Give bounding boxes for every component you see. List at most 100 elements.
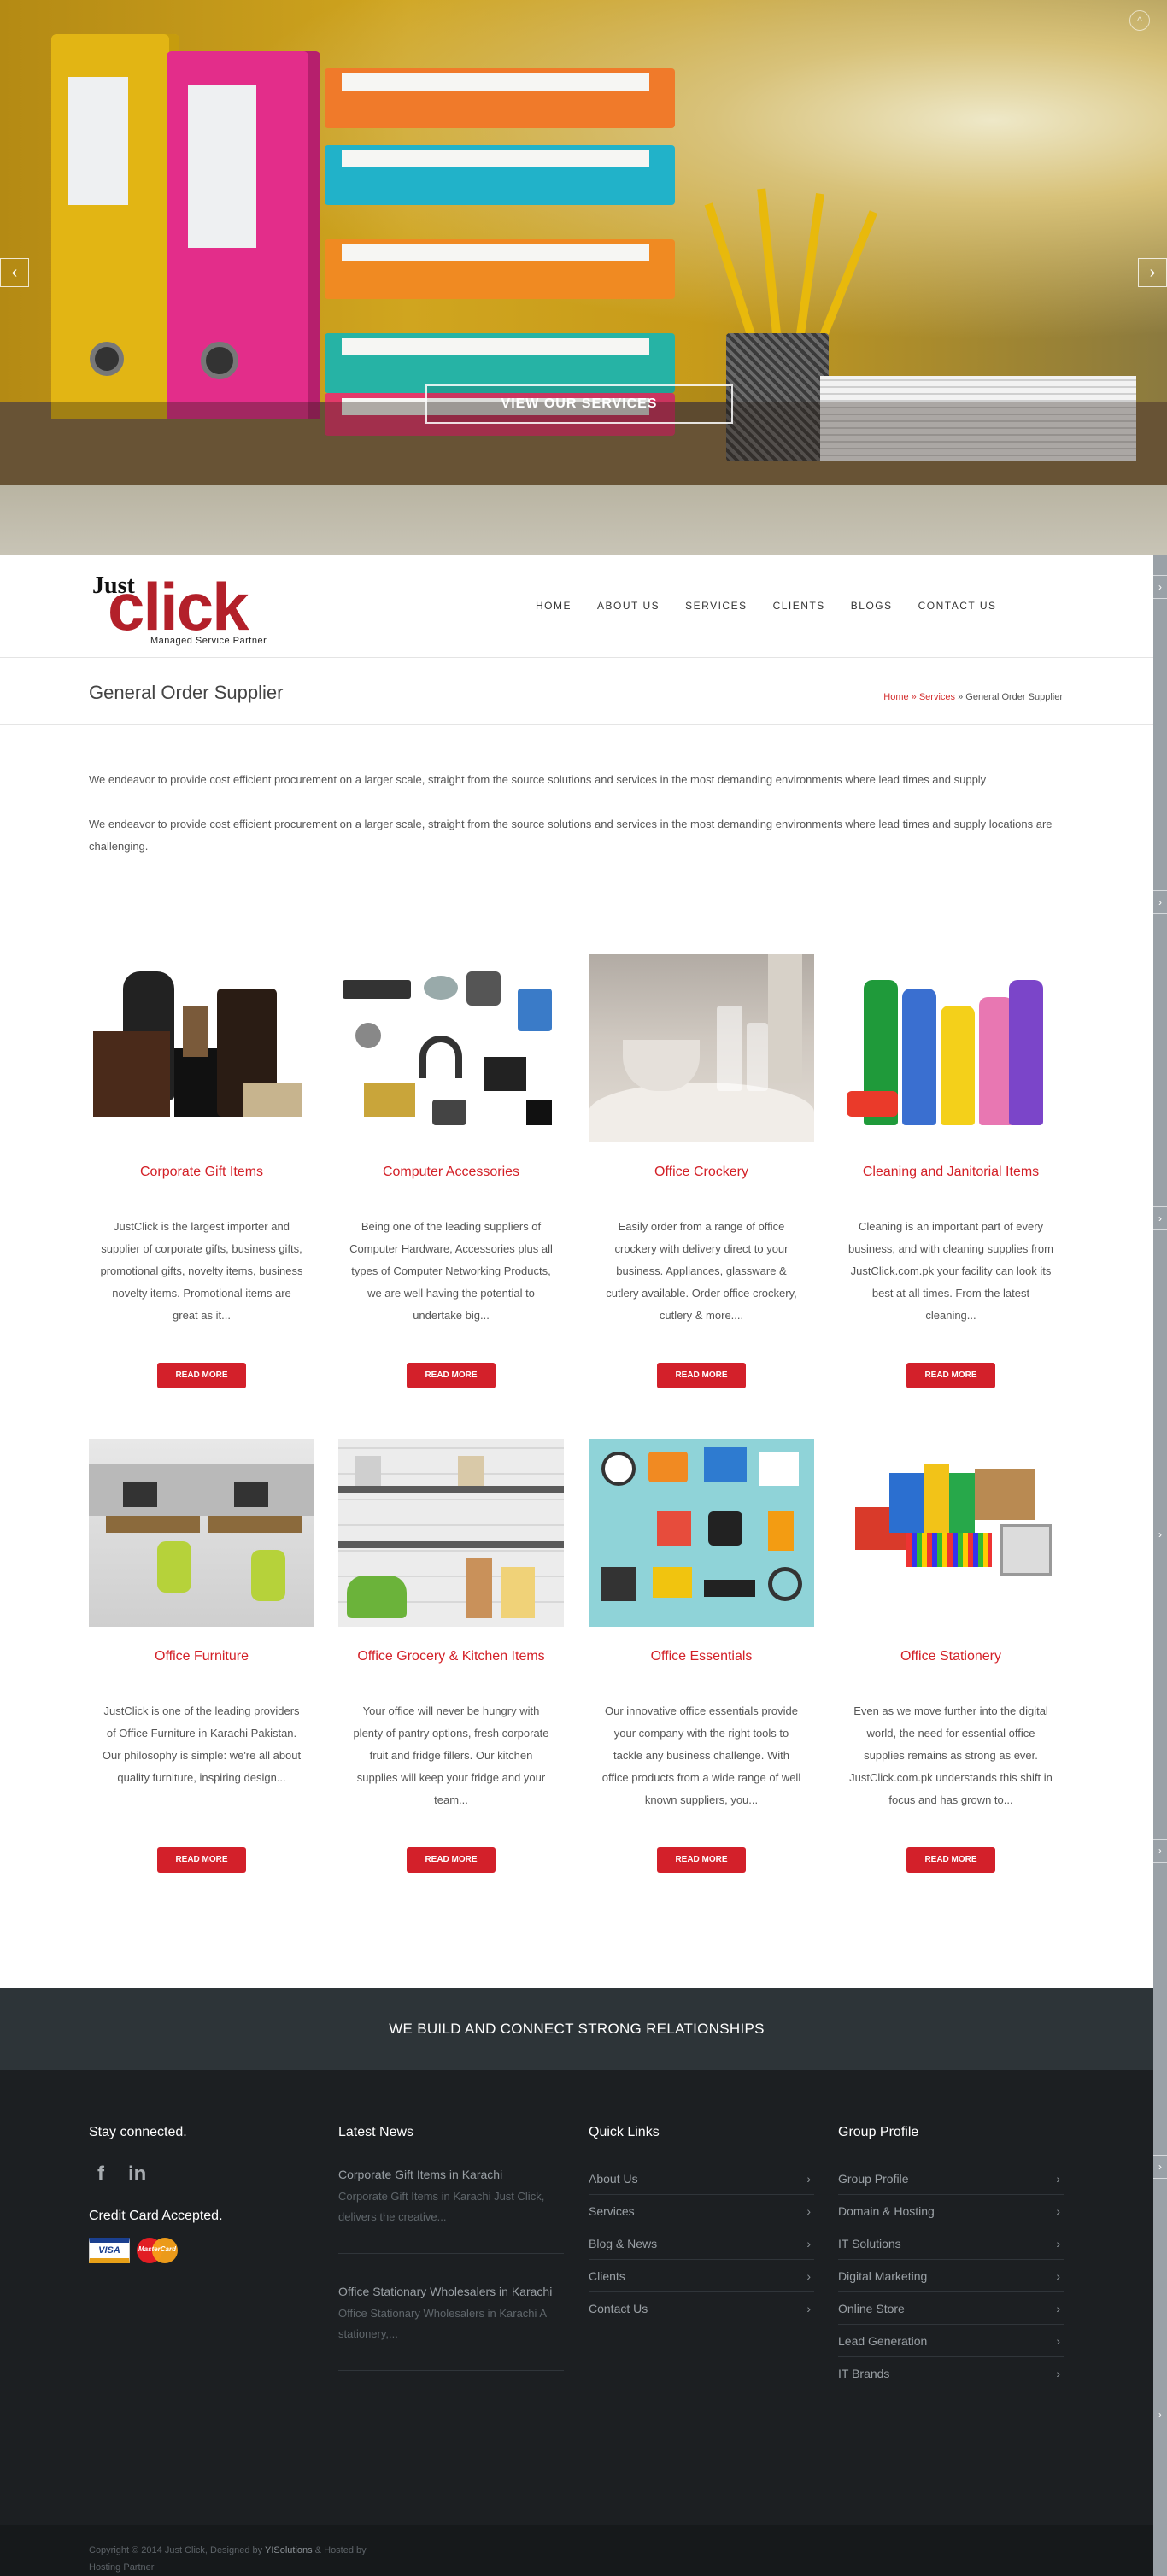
- product-description: Easily order from a range of office croc…: [606, 1220, 797, 1322]
- footer-heading: Latest News: [338, 2125, 414, 2139]
- read-more-button[interactable]: READ MORE: [906, 1363, 995, 1388]
- product-image[interactable]: [589, 1439, 814, 1627]
- social-links: f in: [97, 2162, 314, 2186]
- product-card-office-crockery: Office Crockery Easily order from a rang…: [589, 954, 814, 1388]
- chevron-right-icon: ›: [1056, 2268, 1060, 2283]
- chevron-right-icon: ›: [1056, 2367, 1060, 2380]
- breadcrumb-home[interactable]: Home: [883, 692, 908, 702]
- copyright-bar: Copyright © 2014 Just Click, Designed by…: [0, 2525, 1153, 2576]
- breadcrumb: Home » Services » General Order Supplier: [883, 692, 1063, 702]
- footer-heading: Group Profile: [838, 2125, 919, 2139]
- read-more-button[interactable]: READ MORE: [657, 1363, 746, 1388]
- link-label: Group Profile: [838, 2171, 909, 2186]
- relationships-banner: WE BUILD AND CONNECT STRONG RELATIONSHIP…: [0, 1988, 1153, 2070]
- chevron-right-icon: ›: [806, 2236, 811, 2250]
- product-title[interactable]: Computer Accessories: [338, 1165, 564, 1180]
- copyright-mid: & Hosted by: [312, 2545, 367, 2555]
- product-title[interactable]: Office Stationery: [838, 1649, 1064, 1664]
- host-link[interactable]: Hosting Partner: [89, 2562, 154, 2573]
- chevron-right-icon[interactable]: ›: [1138, 258, 1167, 287]
- footer-latest-news: Latest News Corporate Gift Items in Kara…: [338, 2125, 564, 2397]
- product-title[interactable]: Office Crockery: [589, 1165, 814, 1180]
- group-link-it-brands[interactable]: IT Brands ›: [838, 2347, 1064, 2390]
- product-image[interactable]: [338, 1439, 564, 1627]
- product-title[interactable]: Office Essentials: [589, 1649, 814, 1664]
- chevron-left-icon[interactable]: ‹: [0, 258, 29, 287]
- nav-blogs[interactable]: BLOGS: [838, 600, 906, 612]
- news-title[interactable]: Office Stationary Wholesalers in Karachi: [338, 2280, 564, 2303]
- read-more-button[interactable]: READ MORE: [157, 1363, 246, 1388]
- product-description: JustClick is the largest importer and su…: [100, 1220, 303, 1322]
- chevron-right-icon: ›: [806, 2302, 811, 2315]
- chevron-right-icon: ›: [1056, 2203, 1060, 2218]
- news-excerpt: Office Stationary Wholesalers in Karachi…: [338, 2307, 547, 2340]
- designer-link[interactable]: YISolutions: [265, 2545, 313, 2555]
- product-card-office-essentials: Office Essentials Our innovative office …: [589, 1439, 814, 1873]
- next-arrow-glyph: ›: [1149, 262, 1156, 282]
- scroll-top-glyph: ^: [1137, 15, 1142, 26]
- nav-contact-us[interactable]: CONTACT US: [906, 600, 1010, 612]
- intro-paragraph: We endeavor to provide cost efficient pr…: [89, 818, 1053, 853]
- intro-paragraph: We endeavor to provide cost efficient pr…: [89, 773, 987, 786]
- facebook-icon[interactable]: f: [97, 2162, 104, 2186]
- read-more-button[interactable]: READ MORE: [157, 1847, 246, 1873]
- product-image[interactable]: [589, 954, 814, 1142]
- breadcrumb-separator: »: [955, 692, 966, 702]
- nav-about-us[interactable]: ABOUT US: [584, 600, 672, 612]
- breadcrumb-separator: »: [908, 692, 919, 702]
- site-footer: Stay connected. f in Credit Card Accepte…: [0, 2070, 1153, 2525]
- read-more-button[interactable]: READ MORE: [407, 1847, 496, 1873]
- chevron-right-icon: ›: [1153, 575, 1167, 599]
- product-card-grocery-kitchen: Office Grocery & Kitchen Items Your offi…: [338, 1439, 564, 1873]
- product-card-computer-accessories: Computer Accessories Being one of the le…: [338, 954, 564, 1388]
- view-services-button[interactable]: VIEW OUR SERVICES: [425, 384, 733, 424]
- link-label: IT Brands: [838, 2367, 890, 2380]
- product-card-cleaning-janitorial: Cleaning and Janitorial Items Cleaning i…: [838, 954, 1064, 1388]
- logo-just-text: Just: [92, 572, 135, 599]
- link-label: Services: [589, 2203, 635, 2218]
- payment-cards: VISA MasterCard: [89, 2238, 314, 2263]
- product-description: JustClick is one of the leading provider…: [102, 1705, 302, 1784]
- hero-binder-yellow: [51, 34, 179, 419]
- product-image[interactable]: [338, 954, 564, 1142]
- logo-tagline: Managed Service Partner: [150, 636, 267, 646]
- news-title[interactable]: Corporate Gift Items in Karachi: [338, 2162, 564, 2186]
- site-logo[interactable]: click Just Managed Service Partner: [91, 566, 287, 651]
- banner-text: WE BUILD AND CONNECT STRONG RELATIONSHIP…: [389, 2021, 765, 2037]
- product-description: Being one of the leading suppliers of Co…: [349, 1220, 553, 1322]
- chevron-right-icon: ›: [806, 2171, 811, 2186]
- chevron-right-icon: ›: [1056, 2301, 1060, 2315]
- link-label: Lead Generation: [838, 2333, 928, 2348]
- copyright-text: Copyright © 2014 Just Click, Designed by…: [89, 2542, 431, 2576]
- nav-home[interactable]: HOME: [523, 600, 584, 612]
- read-more-button[interactable]: READ MORE: [906, 1847, 995, 1873]
- read-more-button[interactable]: READ MORE: [657, 1847, 746, 1873]
- chevron-right-icon: ›: [806, 2203, 811, 2218]
- chevron-right-icon: ›: [1153, 890, 1167, 914]
- nav-clients[interactable]: CLIENTS: [760, 600, 838, 612]
- read-more-button[interactable]: READ MORE: [407, 1363, 496, 1388]
- scroll-top-icon[interactable]: ^: [1129, 10, 1150, 31]
- chevron-right-icon: ›: [1056, 2333, 1060, 2348]
- chevron-right-icon: ›: [1153, 1206, 1167, 1230]
- product-image[interactable]: [838, 1439, 1064, 1627]
- quick-link-contact-us[interactable]: Contact Us ›: [589, 2282, 814, 2325]
- linkedin-icon[interactable]: in: [128, 2162, 146, 2186]
- product-image[interactable]: [89, 954, 314, 1142]
- breadcrumb-services[interactable]: Services: [919, 692, 955, 702]
- footer-quick-links: Quick Links About Us › Services › Blog & N…: [589, 2125, 814, 2325]
- product-description: Your office will never be hungry with pl…: [353, 1705, 549, 1806]
- nav-services[interactable]: SERVICES: [672, 600, 759, 612]
- product-image[interactable]: [838, 954, 1064, 1142]
- product-title[interactable]: Corporate Gift Items: [89, 1165, 314, 1180]
- chevron-right-icon: ›: [1153, 2155, 1167, 2179]
- link-label: Digital Marketing: [838, 2268, 928, 2283]
- product-image[interactable]: [89, 1439, 314, 1627]
- chevron-right-icon: ›: [1153, 1523, 1167, 1546]
- credit-card-heading: Credit Card Accepted.: [89, 2209, 223, 2223]
- product-title[interactable]: Office Grocery & Kitchen Items: [338, 1649, 564, 1664]
- product-description: Our innovative office essentials provide…: [601, 1705, 801, 1806]
- product-title[interactable]: Cleaning and Janitorial Items: [838, 1165, 1064, 1180]
- product-title[interactable]: Office Furniture: [89, 1649, 314, 1664]
- link-label: About Us: [589, 2171, 638, 2186]
